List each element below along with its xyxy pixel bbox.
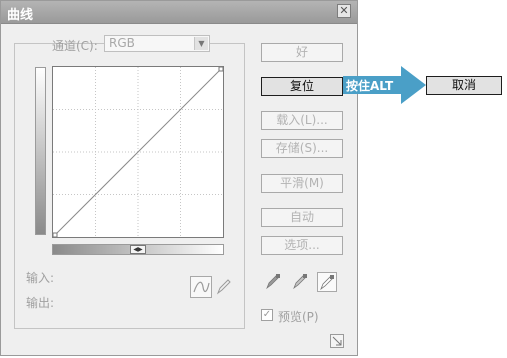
white-eyedropper-button[interactable] — [317, 272, 337, 292]
expand-icon[interactable] — [330, 334, 344, 348]
dialog-title: 曲线 — [7, 8, 34, 23]
input-label: 输入: — [26, 271, 55, 285]
title-bar[interactable]: 曲线 ✕ — [1, 1, 357, 24]
reset-button[interactable]: 复位 — [261, 77, 343, 96]
gray-eyedropper-button[interactable] — [291, 272, 311, 292]
options-button[interactable]: 选项... — [261, 236, 343, 255]
chevron-down-icon: ▼ — [194, 37, 208, 50]
pencil-icon — [216, 279, 231, 295]
save-button[interactable]: 存储(S)... — [261, 139, 343, 158]
input-gradient-bar: ◀▶ — [52, 244, 224, 255]
close-button[interactable]: ✕ — [337, 4, 351, 18]
channel-label: 通道(C): — [52, 39, 98, 53]
eyedropper-black-icon — [266, 274, 280, 290]
curve-graph[interactable] — [52, 66, 224, 238]
curve-grid — [53, 67, 223, 237]
curve-line — [53, 67, 223, 237]
load-button[interactable]: 载入(L)... — [261, 111, 343, 130]
black-eyedropper-button[interactable] — [264, 272, 284, 292]
smooth-button[interactable]: 平滑(M) — [261, 174, 343, 193]
channel-select[interactable]: RGB ▼ — [104, 35, 210, 52]
preview-label: 预览(P) — [278, 310, 319, 324]
curve-point-start — [53, 232, 58, 237]
curve-tool-button[interactable] — [190, 276, 212, 298]
ok-button[interactable]: 好 — [261, 43, 343, 62]
output-gradient-bar — [35, 67, 46, 235]
curves-dialog: 曲线 ✕ 通道(C): RGB ▼ ◀▶ 输入: 输出: 好 复位 载入(L).… — [0, 0, 358, 356]
auto-button[interactable]: 自动 — [261, 208, 343, 227]
eyedropper-gray-icon — [293, 274, 307, 290]
curve-point-end — [218, 67, 223, 72]
callout-text: 按住ALT — [346, 79, 394, 93]
gradient-toggle-button[interactable]: ◀▶ — [130, 245, 146, 254]
cancel-button[interactable]: 取消 — [426, 76, 502, 95]
eyedropper-white-icon — [320, 275, 334, 291]
preview-checkbox[interactable]: ✓ — [261, 309, 273, 321]
output-label: 输出: — [26, 296, 55, 310]
pencil-tool-button[interactable] — [213, 276, 235, 298]
close-icon: ✕ — [339, 4, 349, 17]
curve-point-icon — [193, 281, 210, 293]
channel-value: RGB — [109, 36, 135, 50]
